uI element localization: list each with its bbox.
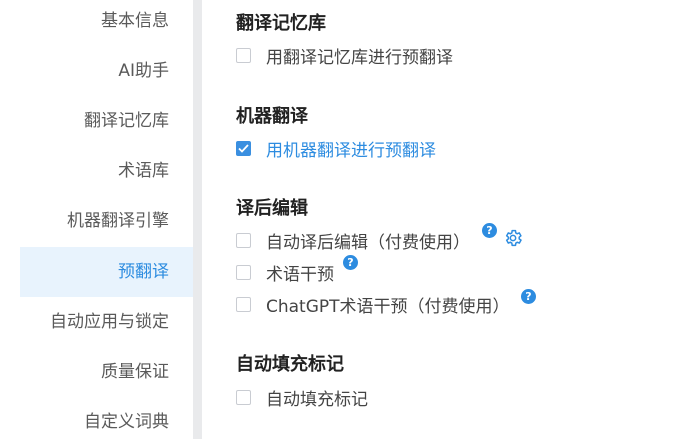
option-label[interactable]: 术语干预 — [266, 260, 334, 285]
option-label[interactable]: 自动译后编辑（付费使用） — [266, 228, 470, 253]
gear-icon[interactable] — [503, 228, 523, 248]
option-chatgpt-term-intervention: ChatGPT术语干预（付费使用） — [236, 292, 510, 317]
sidebar-divider — [193, 0, 202, 439]
option-pretranslate-with-mt: 用机器翻译进行预翻译 — [236, 136, 436, 161]
sidebar-item-ai-assistant[interactable]: AI助手 — [20, 46, 193, 96]
checkbox-auto-post-editing[interactable] — [236, 232, 251, 248]
sidebar-item-basic-info[interactable]: 基本信息 — [20, 0, 193, 46]
pretranslate-settings-panel: 翻译记忆库 用翻译记忆库进行预翻译 机器翻译 用机器翻译进行预翻译 译后编辑 自… — [202, 0, 685, 439]
section-title-machine-translation: 机器翻译 — [236, 106, 308, 127]
sidebar-item-custom-dictionary[interactable]: 自定义词典 — [20, 397, 193, 439]
section-title-translation-memory: 翻译记忆库 — [236, 13, 326, 34]
section-title-post-editing: 译后编辑 — [236, 198, 308, 219]
help-icon[interactable]: ? — [482, 223, 497, 238]
sidebar-item-termbase[interactable]: 术语库 — [20, 146, 193, 196]
sidebar-item-auto-apply-lock[interactable]: 自动应用与锁定 — [20, 297, 193, 347]
settings-page: 基本信息 AI助手 翻译记忆库 术语库 机器翻译引擎 预翻译 自动应用与锁定 质… — [0, 0, 685, 439]
section-title-auto-fill-tags: 自动填充标记 — [236, 354, 344, 375]
help-icon[interactable]: ? — [343, 255, 358, 270]
option-label[interactable]: 自动填充标记 — [266, 385, 368, 410]
option-label[interactable]: 用翻译记忆库进行预翻译 — [266, 43, 453, 68]
option-auto-fill-tags: 自动填充标记 — [236, 385, 368, 410]
option-label[interactable]: 用机器翻译进行预翻译 — [266, 136, 436, 161]
sidebar-item-mt-engine[interactable]: 机器翻译引擎 — [20, 196, 193, 246]
checkbox-pretranslate-with-mt[interactable] — [236, 140, 251, 156]
checkbox-term-intervention[interactable] — [236, 264, 251, 280]
option-label[interactable]: ChatGPT术语干预（付费使用） — [266, 292, 510, 317]
option-term-intervention: 术语干预 — [236, 260, 334, 285]
option-pretranslate-with-tm: 用翻译记忆库进行预翻译 — [236, 43, 453, 68]
settings-sidebar: 基本信息 AI助手 翻译记忆库 术语库 机器翻译引擎 预翻译 自动应用与锁定 质… — [0, 0, 193, 439]
check-icon — [238, 143, 249, 153]
sidebar-item-translation-memory[interactable]: 翻译记忆库 — [20, 96, 193, 146]
option-auto-post-editing: 自动译后编辑（付费使用） — [236, 228, 470, 253]
sidebar-item-qa[interactable]: 质量保证 — [20, 347, 193, 397]
sidebar-item-pretranslate[interactable]: 预翻译 — [20, 247, 193, 297]
help-icon[interactable]: ? — [521, 289, 536, 304]
checkbox-pretranslate-with-tm[interactable] — [236, 47, 251, 63]
checkbox-chatgpt-term-intervention[interactable] — [236, 296, 251, 312]
checkbox-auto-fill-tags[interactable] — [236, 389, 251, 405]
